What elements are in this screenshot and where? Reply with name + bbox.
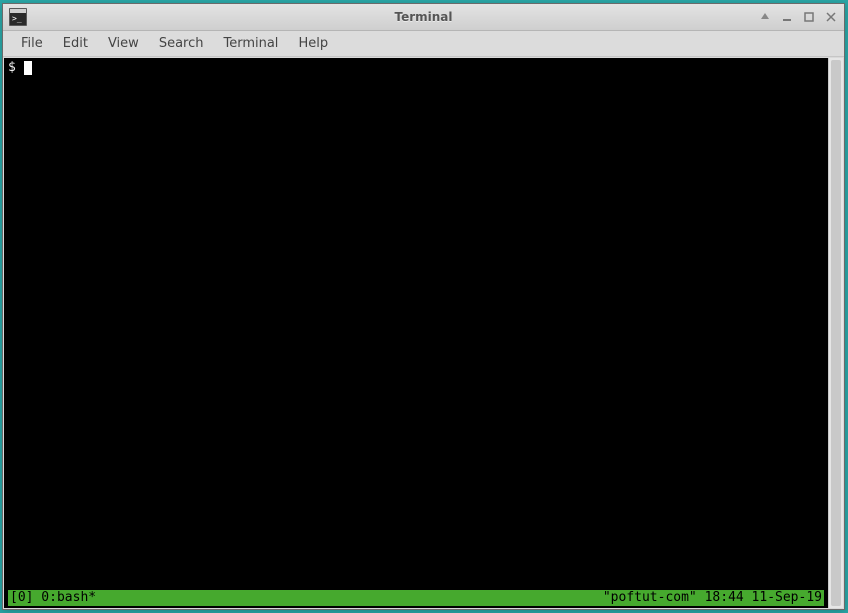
menu-view[interactable]: View [98, 32, 149, 55]
scrollbar-thumb[interactable] [831, 60, 841, 606]
menu-search[interactable]: Search [149, 32, 214, 55]
tmux-status-right: "poftut-com" 18:44 11-Sep-19 [603, 590, 822, 606]
terminal-body: $ [0] 0:bash* "poftut-com" 18:44 11-Sep-… [4, 58, 843, 608]
terminal-content[interactable]: $ [0] 0:bash* "poftut-com" 18:44 11-Sep-… [4, 58, 828, 608]
window-controls [758, 10, 838, 24]
cursor [24, 61, 32, 75]
terminal-window: >_ Terminal File Edit View Search Termin… [2, 3, 845, 610]
scrollbar[interactable] [828, 58, 843, 608]
minimize-icon[interactable] [780, 10, 794, 24]
svg-text:>_: >_ [12, 14, 22, 23]
window-title: Terminal [394, 10, 452, 24]
menu-terminal[interactable]: Terminal [213, 32, 288, 55]
shell-prompt: $ [8, 60, 24, 76]
menu-help[interactable]: Help [288, 32, 338, 55]
tmux-status-left: [0] 0:bash* [10, 590, 96, 606]
menubar: File Edit View Search Terminal Help [3, 31, 844, 57]
titlebar[interactable]: >_ Terminal [3, 4, 844, 31]
tmux-status-bar: [0] 0:bash* "poftut-com" 18:44 11-Sep-19 [8, 590, 824, 606]
close-icon[interactable] [824, 10, 838, 24]
terminal-app-icon: >_ [9, 8, 27, 26]
prompt-line: $ [8, 60, 824, 76]
arrow-up-icon[interactable] [758, 10, 772, 24]
maximize-icon[interactable] [802, 10, 816, 24]
menu-file[interactable]: File [11, 32, 53, 55]
menu-edit[interactable]: Edit [53, 32, 98, 55]
